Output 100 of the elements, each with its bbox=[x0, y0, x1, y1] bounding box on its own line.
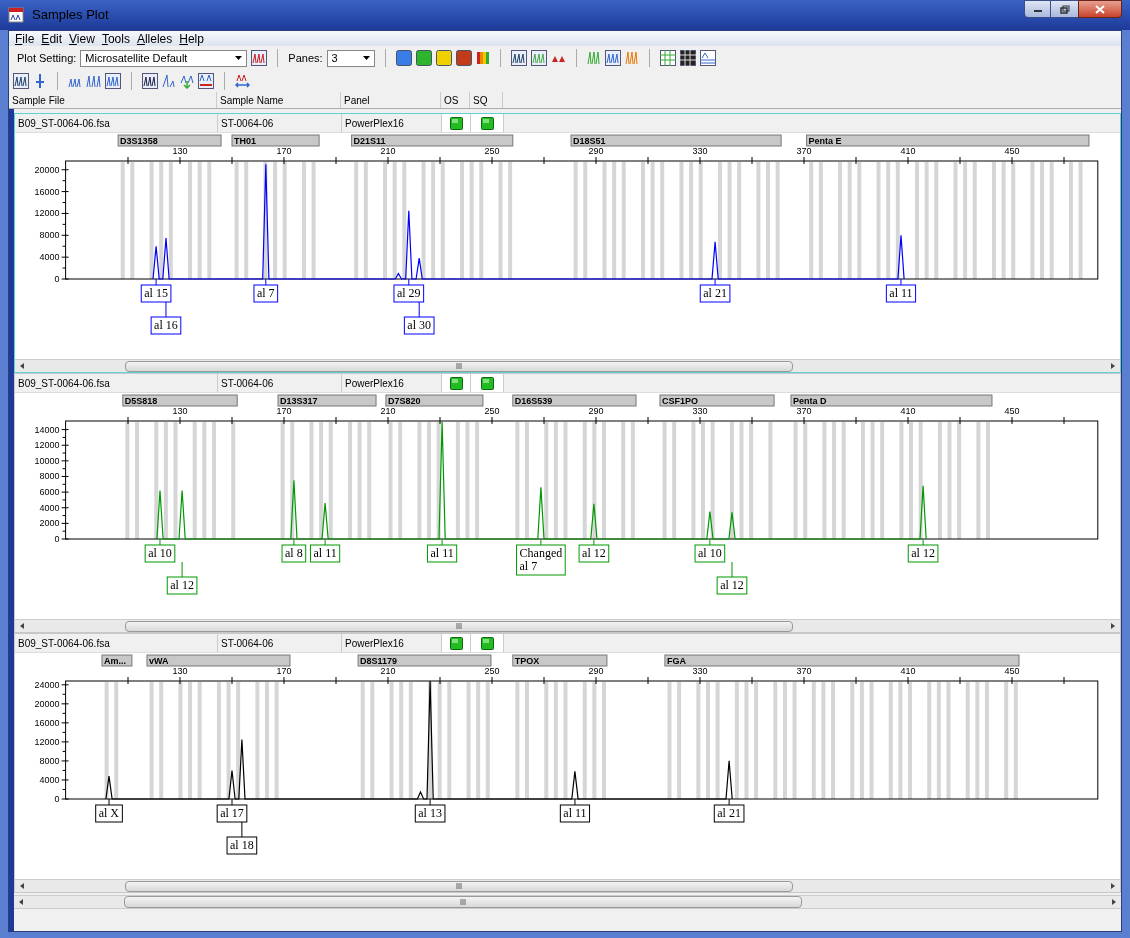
axis-tick-label: 250 bbox=[484, 666, 500, 676]
multicolor-peaks-icon[interactable] bbox=[586, 50, 601, 66]
table-cell: ST-0064-06 bbox=[218, 634, 342, 652]
table-cell: B09_ST-0064-06.fsa bbox=[15, 634, 218, 652]
leader-line bbox=[593, 538, 595, 546]
column-header[interactable]: Sample File bbox=[9, 92, 217, 108]
chart-table-icon[interactable] bbox=[699, 50, 716, 66]
scrollbar-thumb[interactable] bbox=[125, 880, 793, 892]
peaks-icon[interactable] bbox=[142, 73, 158, 89]
axis-tick-label: 290 bbox=[588, 146, 604, 156]
status-icon bbox=[480, 376, 494, 390]
allele-label: al 13 bbox=[414, 804, 446, 823]
locus-label: D7S820 bbox=[385, 394, 484, 407]
allele-label: al 12 bbox=[166, 576, 198, 595]
scrollbar-thumb[interactable] bbox=[124, 896, 802, 908]
dye-square-icon[interactable] bbox=[395, 50, 412, 66]
peaks-icon[interactable] bbox=[13, 73, 29, 89]
allele-label: al 7 bbox=[253, 284, 279, 303]
column-header[interactable]: Panel bbox=[341, 92, 441, 108]
grid-peaks-icon[interactable] bbox=[510, 50, 527, 66]
arrow-peak-icon[interactable] bbox=[180, 73, 194, 89]
table-cell: B09_ST-0064-06.fsa bbox=[15, 114, 218, 132]
status-icon bbox=[449, 116, 463, 130]
menu-item[interactable]: View bbox=[69, 29, 95, 48]
leader-line bbox=[900, 278, 902, 286]
scrollbar-thumb[interactable] bbox=[125, 360, 793, 372]
axis-tick-label: 14000 bbox=[34, 424, 60, 435]
plot-setting-dropdown[interactable]: Microsatellite Default bbox=[80, 49, 248, 67]
axis-tick-label: 290 bbox=[588, 406, 604, 416]
allele-label: al 12 bbox=[578, 544, 610, 563]
axis-tick-label: 370 bbox=[796, 146, 812, 156]
grip-icon bbox=[456, 363, 462, 369]
allele-label: al 10 bbox=[694, 544, 726, 563]
axis-tick-label: 20000 bbox=[34, 164, 60, 175]
close-button[interactable] bbox=[1078, 0, 1122, 18]
axis-tick-label: 410 bbox=[900, 406, 916, 416]
plot-settings-icon[interactable] bbox=[251, 50, 268, 66]
minimize-button[interactable] bbox=[1024, 0, 1051, 18]
horizontal-scrollbar[interactable] bbox=[15, 619, 1120, 632]
dye-square-icon[interactable] bbox=[415, 50, 432, 66]
allele-label: al 12 bbox=[716, 576, 748, 595]
axis-tick-label: 8000 bbox=[39, 230, 60, 241]
menu-item[interactable]: Help bbox=[179, 29, 204, 48]
allele-label: al 12 bbox=[907, 544, 939, 563]
axis-tick-label: 16000 bbox=[34, 717, 60, 728]
dropdown-arrow-icon bbox=[362, 56, 370, 60]
axis-tick-label: 12000 bbox=[34, 736, 60, 747]
allele-label: al 11 bbox=[559, 804, 591, 823]
grip-icon bbox=[456, 623, 462, 629]
peaks-icon[interactable] bbox=[105, 73, 121, 89]
horizontal-scrollbar[interactable] bbox=[14, 895, 1121, 909]
locus-label: D21S11 bbox=[351, 134, 514, 147]
locus-label: D16S539 bbox=[512, 394, 637, 407]
axis-tick-label: 2000 bbox=[39, 518, 60, 529]
dye-square-icon[interactable] bbox=[435, 50, 452, 66]
color-bars-icon[interactable] bbox=[475, 50, 490, 66]
column-header[interactable]: OS bbox=[441, 92, 470, 108]
axis-tick-label: 250 bbox=[484, 406, 500, 416]
menu-item[interactable]: Edit bbox=[41, 29, 63, 48]
locus-label: Am... bbox=[101, 654, 133, 667]
status-icon bbox=[480, 636, 494, 650]
allele-label: al 8 bbox=[281, 544, 307, 563]
marker-icon[interactable] bbox=[33, 73, 47, 89]
scroll-left-icon[interactable] bbox=[19, 362, 25, 370]
close-icon bbox=[1095, 4, 1105, 14]
allele-label: Changed al 7 bbox=[516, 544, 566, 576]
peaks-arrow-icon[interactable] bbox=[235, 73, 250, 89]
overlay-peaks-icon[interactable] bbox=[604, 50, 621, 66]
menu-item[interactable]: Tools bbox=[101, 29, 130, 48]
locus-label: FGA bbox=[664, 654, 1020, 667]
dye-square-icon[interactable] bbox=[455, 50, 472, 66]
table-icon[interactable] bbox=[659, 50, 676, 66]
horizontal-scrollbar[interactable] bbox=[15, 359, 1120, 372]
axis-tick-label: 450 bbox=[1004, 406, 1020, 416]
allele-label: al 30 bbox=[403, 316, 435, 335]
axis-tick-label: 0 bbox=[54, 534, 60, 544]
scrollbar-thumb[interactable] bbox=[125, 620, 793, 632]
restore-button[interactable] bbox=[1051, 0, 1078, 18]
panes-dropdown[interactable]: 3 bbox=[326, 49, 375, 67]
peaks-icon[interactable] bbox=[530, 50, 547, 66]
column-header[interactable]: Sample Name bbox=[217, 92, 341, 108]
scroll-right-icon[interactable] bbox=[1110, 622, 1116, 630]
menu-item[interactable]: File bbox=[15, 29, 35, 48]
menu-item[interactable]: Alleles bbox=[136, 29, 173, 48]
axis-tick-label: 130 bbox=[172, 406, 188, 416]
axis-tick-label: 12000 bbox=[34, 208, 60, 219]
allele-label: al 11 bbox=[426, 544, 458, 563]
locus-label: TPOX bbox=[512, 654, 608, 667]
axis-tick-label: 4000 bbox=[39, 502, 60, 513]
axis-tick-label: 210 bbox=[380, 666, 396, 676]
locus-label: D13S317 bbox=[277, 394, 377, 407]
status-icon bbox=[480, 116, 494, 130]
allele-label: al 18 bbox=[226, 836, 258, 855]
peaks-icon[interactable] bbox=[198, 73, 214, 89]
axis-tick-label: 24000 bbox=[34, 679, 60, 690]
table-icon[interactable] bbox=[679, 50, 696, 66]
horizontal-scrollbar[interactable] bbox=[15, 879, 1120, 892]
scroll-right-icon[interactable] bbox=[1110, 362, 1116, 370]
scroll-left-icon[interactable] bbox=[19, 622, 25, 630]
column-header[interactable]: SQ bbox=[470, 92, 503, 108]
